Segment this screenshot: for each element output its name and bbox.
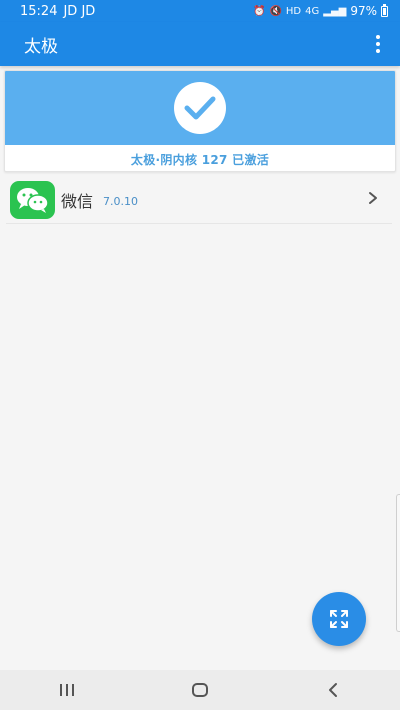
- more-vert-icon[interactable]: [368, 29, 388, 59]
- app-row-wechat[interactable]: 微信 7.0.10: [6, 176, 392, 224]
- status-bar: 15:24 JD JD ⏰ 🔇 HD 4G ▂▄▆ 97%: [0, 0, 400, 22]
- edge-panel-handle[interactable]: [396, 494, 400, 632]
- app-version: 7.0.10: [103, 194, 139, 208]
- signal-icon: ▂▄▆: [323, 5, 347, 17]
- network-label: 4G: [305, 5, 320, 17]
- status-right: ⏰ 🔇 HD 4G ▂▄▆ 97%: [252, 3, 388, 18]
- wechat-icon: [10, 180, 55, 219]
- activation-status-card: 太极·阴内核 127 已激活: [4, 70, 396, 172]
- app-title: 太极: [24, 36, 58, 57]
- app-bar: 太极: [0, 22, 400, 66]
- activation-status-text: 太极·阴内核 127 已激活: [130, 152, 270, 167]
- status-carrier: JD JD: [63, 3, 96, 19]
- app-name: 微信: [61, 191, 94, 211]
- expand-fab[interactable]: [312, 592, 366, 646]
- status-left: 15:24 JD JD: [20, 4, 95, 19]
- back-button[interactable]: [303, 670, 363, 710]
- battery-icon: [381, 3, 388, 17]
- check-circle-icon: [174, 82, 226, 134]
- recents-button[interactable]: [37, 670, 97, 710]
- battery-percent: 97%: [350, 4, 377, 18]
- app-list: 微信 7.0.10: [6, 176, 392, 224]
- chevron-right-icon: [368, 190, 378, 209]
- expand-icon: [330, 610, 348, 628]
- home-button[interactable]: [170, 670, 230, 710]
- status-time: 15:24: [20, 3, 58, 19]
- system-nav-bar: [0, 670, 400, 710]
- hd-label: HD: [285, 5, 302, 17]
- alarm-icon: ⏰: [252, 5, 266, 17]
- status-card-banner: [5, 71, 395, 145]
- mute-icon: 🔇: [269, 5, 282, 17]
